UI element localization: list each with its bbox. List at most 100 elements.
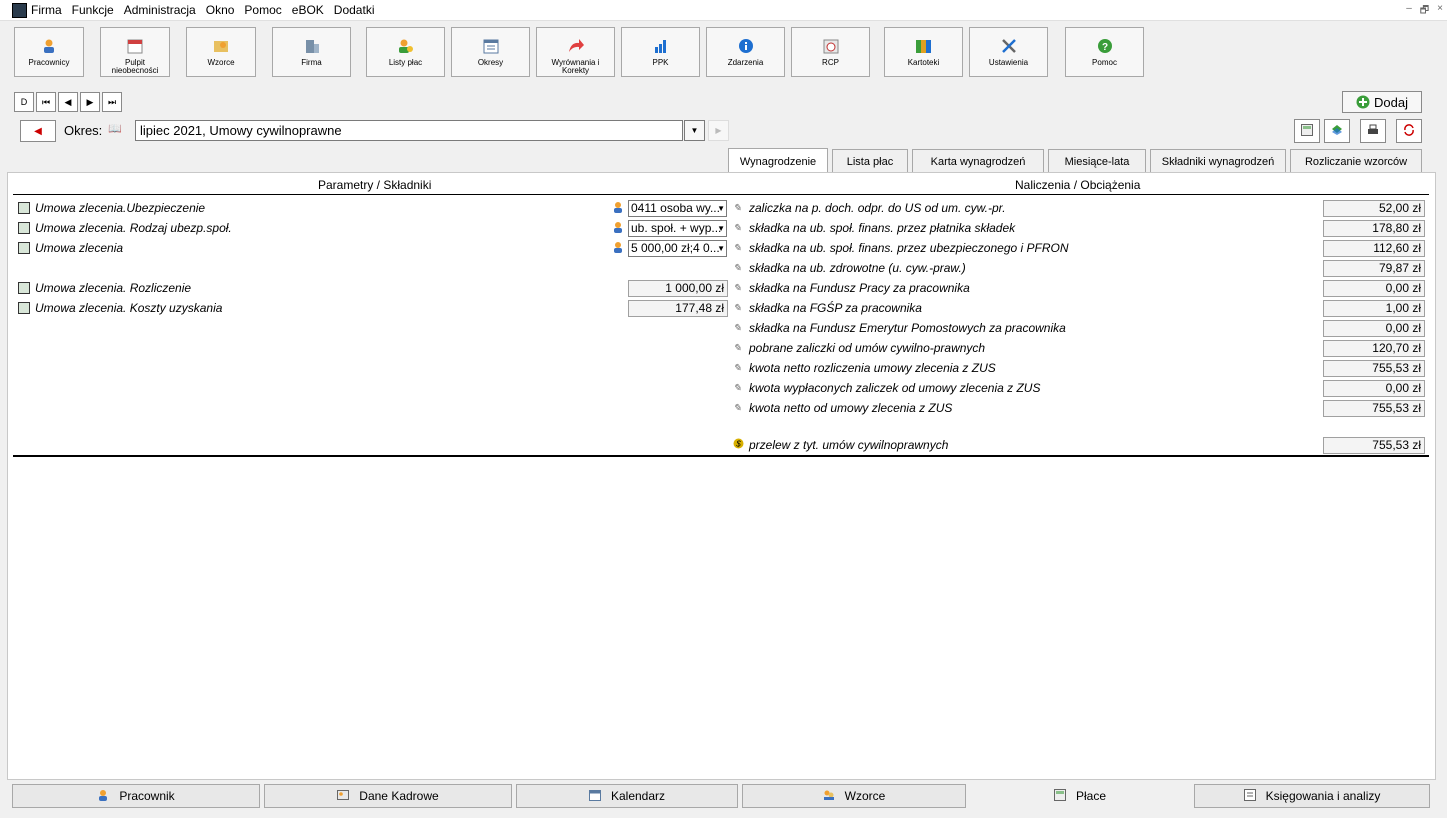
tools-icon bbox=[1000, 37, 1018, 55]
naliczenie-row: ✎ składka na FGŚP za pracownika bbox=[733, 299, 922, 317]
naliczenie-label: składka na ub. społ. finans. przez ubezp… bbox=[749, 241, 1069, 255]
calculator-button[interactable] bbox=[1294, 119, 1320, 143]
tab-lista-plac[interactable]: Lista płac bbox=[832, 149, 908, 173]
restore-button[interactable]: 🗗 bbox=[1420, 3, 1429, 20]
select-value: 0411 osoba wy... bbox=[631, 201, 720, 215]
calculator-icon bbox=[1053, 788, 1066, 804]
coin-icon: $ bbox=[733, 438, 746, 452]
app-icon[interactable] bbox=[12, 3, 27, 18]
pulpit-nieobecnosci-button[interactable]: Pulpit nieobecności bbox=[100, 27, 170, 77]
tab-wzorce[interactable]: Wzorce bbox=[742, 784, 966, 808]
nav-first-button[interactable]: ⏮ bbox=[36, 92, 56, 112]
tab-label: Pracownik bbox=[119, 789, 175, 803]
menu-administracja[interactable]: Administracja bbox=[123, 3, 197, 17]
param-label: Umowa zlecenia. Rodzaj ubezp.społ. bbox=[35, 221, 232, 235]
svg-text:$: $ bbox=[735, 440, 741, 449]
przelew-row: $ przelew z tyt. umów cywilnoprawnych bbox=[733, 436, 948, 454]
clock-icon bbox=[822, 37, 840, 55]
listy-plac-button[interactable]: Listy płac bbox=[366, 27, 445, 77]
plus-icon bbox=[1356, 95, 1370, 109]
calc-pencil-icon: ✎ bbox=[733, 342, 742, 354]
menu-okno[interactable]: Okno bbox=[205, 3, 236, 17]
tab-place[interactable]: Płace bbox=[970, 784, 1190, 808]
dodaj-button[interactable]: Dodaj bbox=[1342, 91, 1422, 113]
menu-funkcje[interactable]: Funkcje bbox=[71, 3, 115, 17]
ustawienia-button[interactable]: Ustawienia bbox=[969, 27, 1048, 77]
naliczenie-value: 0,00 zł bbox=[1323, 280, 1425, 297]
menu-ebok[interactable]: eBOK bbox=[291, 3, 325, 17]
tab-dane-kadrowe[interactable]: Dane Kadrowe bbox=[264, 784, 512, 808]
param-icon bbox=[18, 202, 30, 214]
pracownicy-button[interactable]: Pracownicy bbox=[14, 27, 84, 77]
tab-skladniki-wynagrodzen[interactable]: Składniki wynagrodzeń bbox=[1150, 149, 1286, 173]
tab-karta-wynagrodzen[interactable]: Karta wynagrodzeń bbox=[912, 149, 1044, 173]
rcp-button[interactable]: RCP bbox=[791, 27, 870, 77]
rodzaj-ubezp-select[interactable]: ub. społ. + wyp... ▼ bbox=[628, 220, 727, 237]
tab-kalendarz[interactable]: Kalendarz bbox=[516, 784, 738, 808]
wzorce-button[interactable]: Wzorce bbox=[186, 27, 256, 77]
tab-label: Księgowania i analizy bbox=[1265, 789, 1381, 803]
print-button[interactable] bbox=[1360, 119, 1386, 143]
naliczenie-row: ✎ składka na Fundusz Pracy za pracownika bbox=[733, 279, 970, 297]
umowa-zlecenia-select[interactable]: 5 000,00 zł;4 0... ▼ bbox=[628, 240, 727, 257]
toolbar-label: Wyrównania i Korekty bbox=[551, 58, 600, 75]
rozliczenie-value[interactable]: 1 000,00 zł bbox=[628, 280, 728, 297]
koszty-uzyskania-value[interactable]: 177,48 zł bbox=[628, 300, 728, 317]
chevron-down-icon: ▼ bbox=[717, 204, 725, 213]
param-row[interactable]: Umowa zlecenia. Rozliczenie bbox=[18, 279, 191, 297]
person-icon bbox=[612, 241, 624, 256]
param-row[interactable]: Umowa zlecenia.Ubezpieczenie bbox=[18, 199, 205, 217]
param-label: Umowa zlecenia.Ubezpieczenie bbox=[35, 201, 206, 215]
nav-next-button[interactable]: ▶ bbox=[80, 92, 100, 112]
nav-d-button[interactable]: D bbox=[14, 92, 34, 112]
refresh-button[interactable] bbox=[1396, 119, 1422, 143]
naliczenie-row: ✎ składka na Fundusz Emerytur Pomostowych… bbox=[733, 319, 1066, 337]
naliczenie-row: ✎ pobrane zaliczki od umów cywilno-prawny… bbox=[733, 339, 985, 357]
param-row[interactable]: Umowa zlecenia. Koszty uzyskania bbox=[18, 299, 222, 317]
naliczenie-row: ✎ kwota netto od umowy zlecenia z ZUS bbox=[733, 399, 952, 417]
minimize-button[interactable]: – bbox=[1406, 3, 1412, 20]
okres-prev-button[interactable]: ◀ bbox=[20, 120, 56, 142]
naliczenia-header: Naliczenia / Obciążenia bbox=[1015, 178, 1141, 192]
tab-miesiace-lata[interactable]: Miesiące-lata bbox=[1048, 149, 1146, 173]
menu-dodatki[interactable]: Dodatki bbox=[333, 3, 376, 17]
header-divider bbox=[13, 194, 1429, 195]
toolbar-label: Zdarzenia bbox=[727, 58, 764, 67]
param-row[interactable]: Umowa zlecenia. Rodzaj ubezp.społ. bbox=[18, 219, 232, 237]
ppk-button[interactable]: PPK bbox=[621, 27, 700, 77]
nav-last-button[interactable]: ⏭ bbox=[102, 92, 122, 112]
menu-firma[interactable]: Firma bbox=[30, 3, 63, 17]
okresy-button[interactable]: Okresy bbox=[451, 27, 530, 77]
param-icon bbox=[18, 222, 30, 234]
tab-wynagrodzenie[interactable]: Wynagrodzenie bbox=[728, 148, 828, 174]
calc-pencil-icon: ✎ bbox=[733, 222, 742, 234]
okres-dropdown-button[interactable]: ▼ bbox=[684, 120, 705, 141]
przelew-value: 755,53 zł bbox=[1323, 437, 1425, 454]
main-toolbar: Pracownicy Pulpit nieobecności Wzorce Fi… bbox=[14, 27, 1434, 79]
periods-icon bbox=[482, 37, 500, 55]
zdarzenia-button[interactable]: Zdarzenia bbox=[706, 27, 785, 77]
menu-pomoc[interactable]: Pomoc bbox=[243, 3, 282, 17]
nav-prev-button[interactable]: ◀ bbox=[58, 92, 78, 112]
toolbar-label: Listy płac bbox=[388, 58, 423, 67]
wyrownania-korekty-button[interactable]: Wyrównania i Korekty bbox=[536, 27, 615, 77]
book-icon: 📖 bbox=[108, 123, 122, 135]
pomoc-button[interactable]: ? Pomoc bbox=[1065, 27, 1144, 77]
param-icon bbox=[18, 242, 30, 254]
svg-text:?: ? bbox=[1101, 42, 1107, 53]
naliczenie-label: pobrane zaliczki od umów cywilno-prawnyc… bbox=[749, 341, 986, 355]
naliczenie-label: składka na ub. zdrowotne (u. cyw.-praw.) bbox=[749, 261, 966, 275]
tab-ksiegowania-analizy[interactable]: Księgowania i analizy bbox=[1194, 784, 1430, 808]
okres-next-button[interactable]: ▶ bbox=[708, 120, 729, 141]
tab-pracownik[interactable]: Pracownik bbox=[12, 784, 260, 808]
okres-select[interactable]: lipiec 2021, Umowy cywilnoprawne bbox=[135, 120, 683, 141]
param-row[interactable]: Umowa zlecenia bbox=[18, 239, 123, 257]
close-button[interactable]: × bbox=[1437, 3, 1443, 20]
param-icon bbox=[18, 282, 30, 294]
tab-rozliczanie-wzorcow[interactable]: Rozliczanie wzorców bbox=[1290, 149, 1422, 173]
kartoteki-button[interactable]: Kartoteki bbox=[884, 27, 963, 77]
firma-button[interactable]: Firma bbox=[272, 27, 351, 77]
ubezpieczenie-select[interactable]: 0411 osoba wy... ▼ bbox=[628, 200, 727, 217]
tab-label: Wzorce bbox=[844, 789, 886, 803]
layers-button[interactable] bbox=[1324, 119, 1350, 143]
